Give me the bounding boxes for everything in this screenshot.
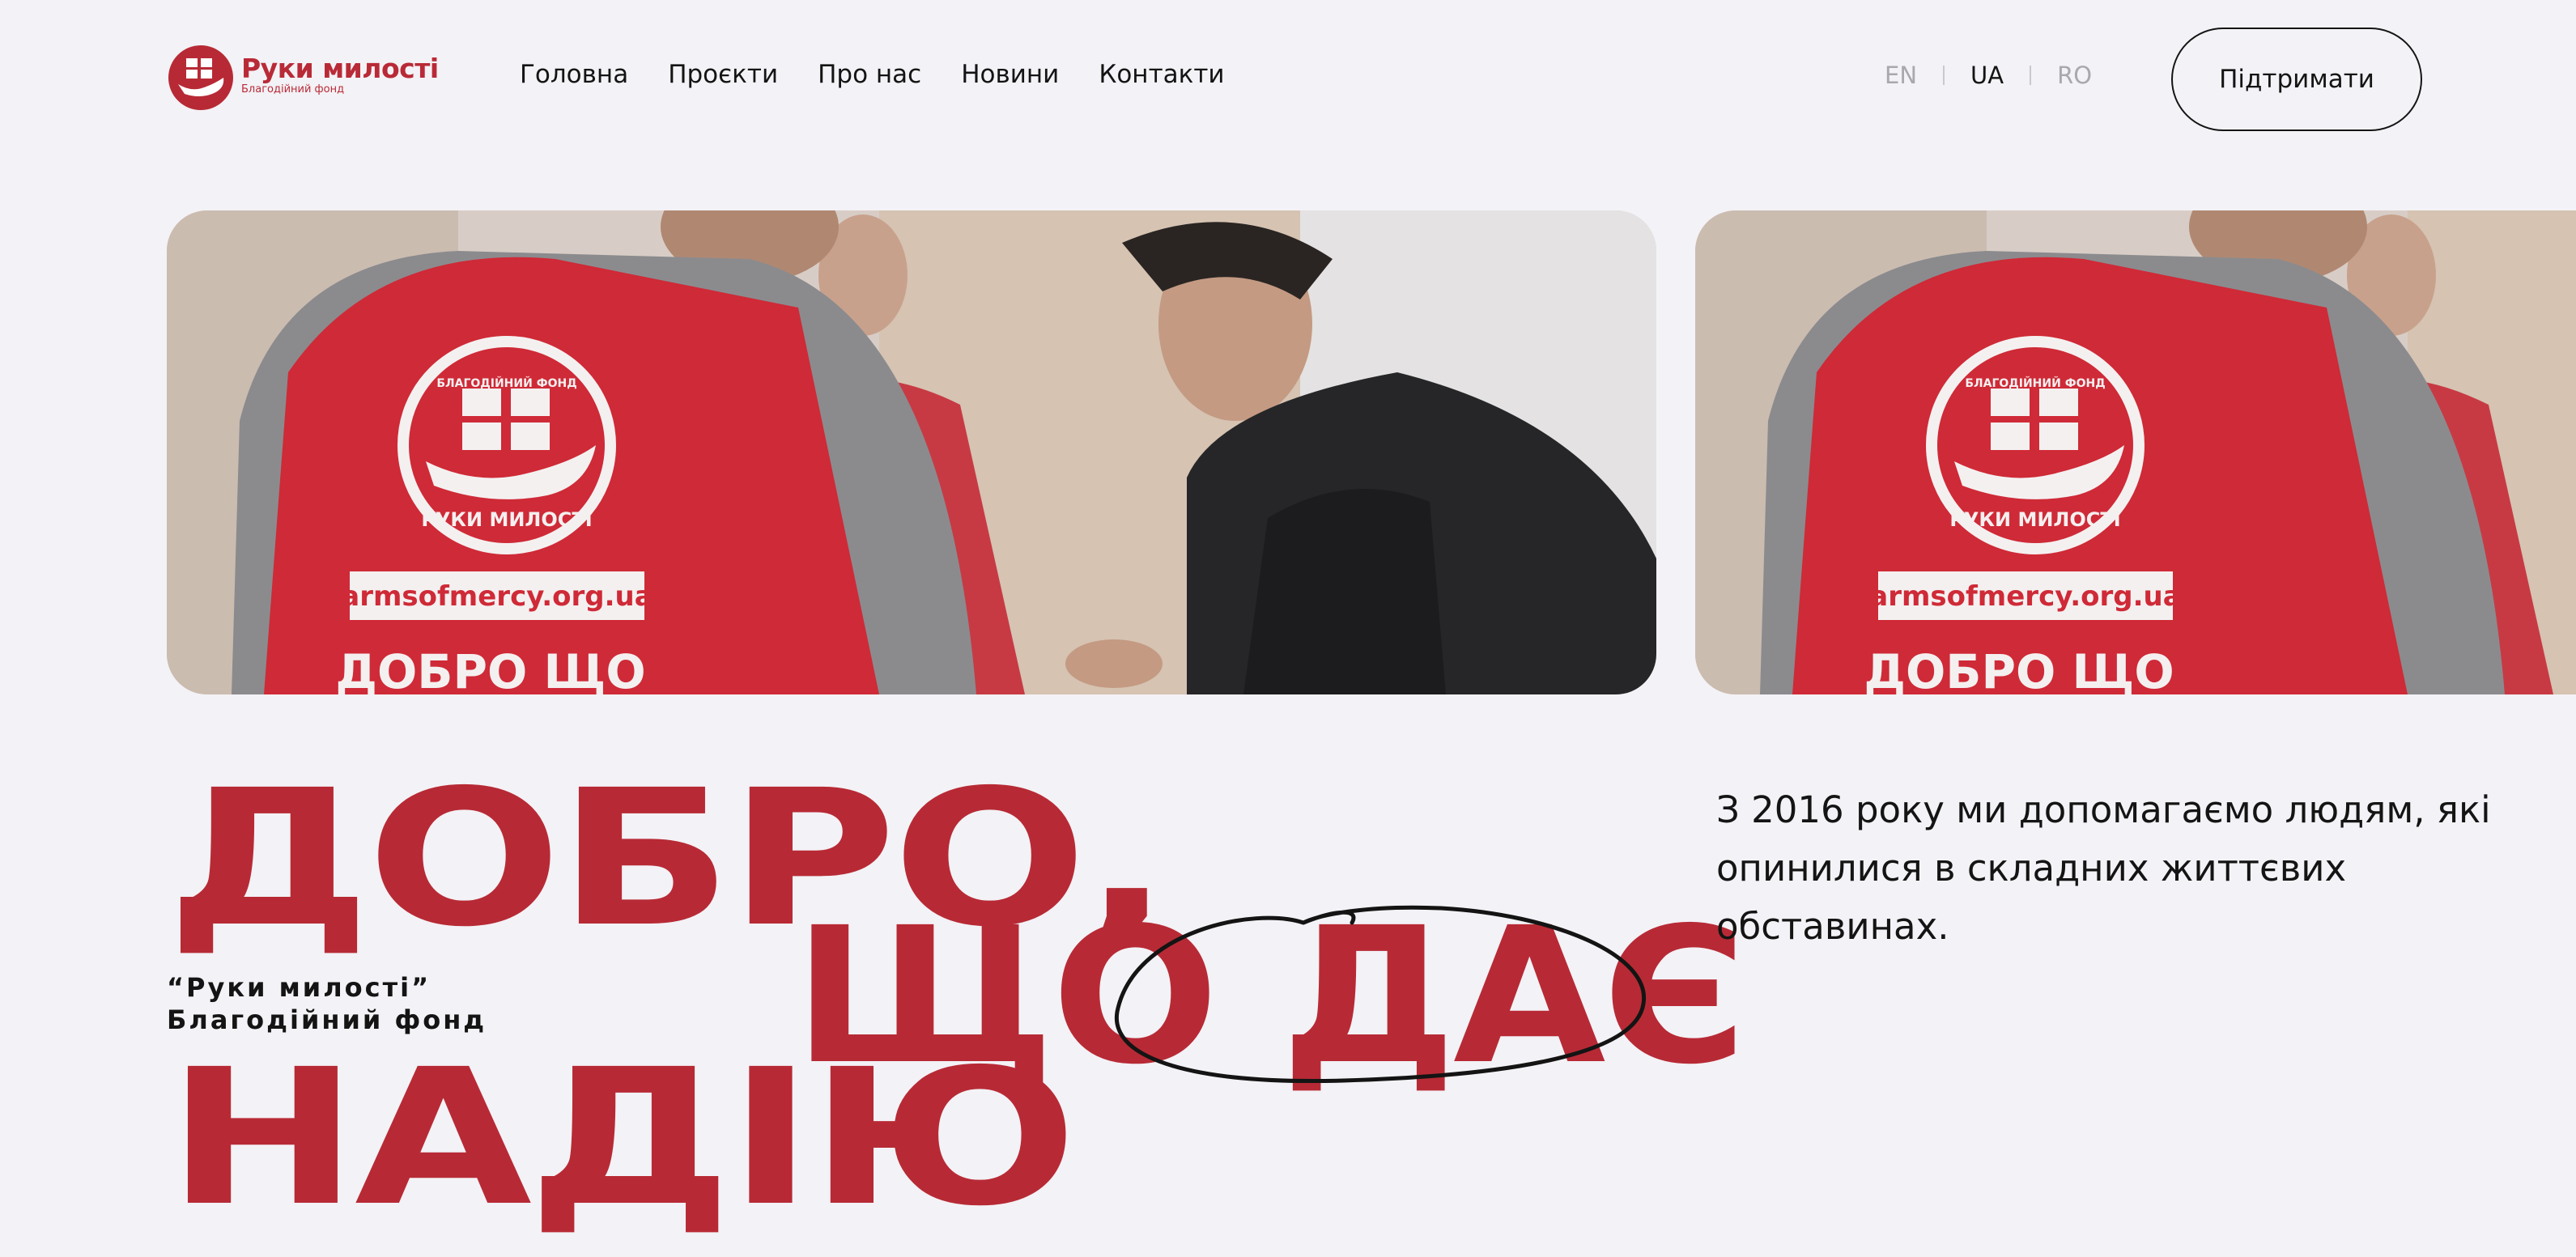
lang-ro[interactable]: RO	[2057, 62, 2092, 89]
vest-logo-top: БЛАГОДІЙНИЙ ФОНД	[1965, 376, 2105, 390]
vest-logo-text: РУКИ МИЛОСТІ	[1949, 508, 2120, 531]
nav-item-contacts[interactable]: Контакти	[1099, 60, 1224, 89]
lang-divider	[2030, 66, 2032, 85]
vest-site-text: armsofmercy.org.ua	[341, 580, 653, 613]
nav-item-news[interactable]: Новини	[961, 60, 1059, 89]
vest-logo-text: РУКИ МИЛОСТІ	[421, 508, 592, 531]
lang-ua[interactable]: UA	[1970, 62, 2004, 89]
vest-logo-top: БЛАГОДІЙНИЙ ФОНД	[436, 376, 576, 390]
page: Руки милості Благодійний фонд Головна Пр…	[0, 0, 2576, 1257]
nav-item-about[interactable]: Про нас	[818, 60, 921, 89]
logo[interactable]: Руки милості Благодійний фонд	[167, 44, 439, 112]
logo-subtitle: Благодійний фонд	[241, 83, 345, 96]
nav-item-projects[interactable]: Проєкти	[668, 60, 778, 89]
support-button[interactable]: Підтримати	[2171, 28, 2422, 131]
vest-slogan-text: ДОБРО ЩО	[1864, 644, 2174, 694]
vest-site-text: armsofmercy.org.ua	[1869, 580, 2181, 613]
nav-item-home[interactable]: Головна	[520, 60, 628, 89]
lang-en[interactable]: EN	[1885, 62, 1917, 89]
logo-name: Руки милості	[241, 53, 439, 84]
main-nav: Головна Проєкти Про нас Новини Контакти	[520, 60, 1225, 89]
intro-text: З 2016 року ми допомагаємо людям, які оп…	[1716, 788, 2491, 948]
hero-headline-line-3: НАДІЮ	[167, 1029, 1078, 1247]
gallery-slide[interactable]: РУКИ МИЛОСТІ БЛАГОДІЙНИЙ ФОНД armsofmerc…	[167, 210, 1656, 694]
language-switcher: EN UA RO	[1885, 62, 2092, 89]
volunteers-photo: РУКИ МИЛОСТІ БЛАГОДІЙНИЙ ФОНД armsofmerc…	[1695, 210, 2576, 694]
volunteers-photo: РУКИ МИЛОСТІ БЛАГОДІЙНИЙ ФОНД armsofmerc…	[167, 210, 1656, 694]
fund-caption-name: “Руки милості”	[167, 972, 431, 1003]
fund-caption: “Руки милості” Благодійний фонд	[167, 971, 487, 1036]
vest-slogan-text: ДОБРО ЩО	[335, 644, 645, 694]
gallery-slide[interactable]: РУКИ МИЛОСТІ БЛАГОДІЙНИЙ ФОНД armsofmerc…	[1695, 210, 2576, 694]
logo-hands-icon	[168, 45, 233, 110]
lang-divider	[1943, 66, 1945, 85]
